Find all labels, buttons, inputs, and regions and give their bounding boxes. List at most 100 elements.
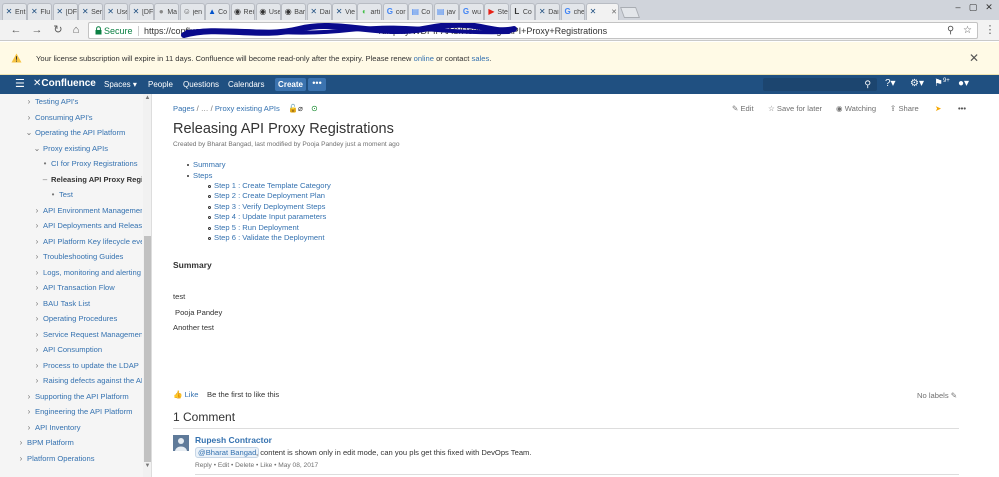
- expand-chevron-icon[interactable]: ›: [25, 97, 33, 106]
- contact-sales-link[interactable]: sales: [472, 54, 490, 63]
- browser-menu-icon[interactable]: ⋮: [984, 24, 996, 36]
- attachment-icon[interactable]: ⌀: [298, 104, 303, 113]
- address-bar[interactable]: Secure https://confluence /display/WDPIP…: [88, 22, 978, 39]
- expand-chevron-icon[interactable]: ›: [33, 361, 41, 370]
- tree-bullet-icon[interactable]: •: [49, 190, 57, 199]
- scroll-up-arrow-icon[interactable]: ▲: [143, 95, 151, 101]
- nav-people[interactable]: People: [148, 80, 173, 89]
- reload-icon[interactable]: ↻: [52, 24, 64, 36]
- browser-tab[interactable]: ▤ Co: [408, 3, 434, 20]
- sidebar-tree-item[interactable]: • CI for Proxy Registrations: [0, 158, 142, 171]
- sidebar-tree-item[interactable]: • Test: [0, 189, 142, 202]
- edit-labels-icon[interactable]: ✎: [949, 391, 957, 400]
- browser-tab[interactable]: ✕ Ser: [78, 3, 104, 20]
- more-actions-icon[interactable]: •••: [958, 104, 966, 113]
- browser-tab[interactable]: ✕ Vie: [332, 3, 357, 20]
- browser-tab[interactable]: Gche: [560, 3, 586, 20]
- collapse-chevron-icon[interactable]: ⌄: [33, 144, 41, 153]
- browser-tab[interactable]: Gcor: [382, 3, 408, 20]
- browser-tab[interactable]: ✕Use: [103, 3, 129, 20]
- sidebar-tree-item[interactable]: › Process to update the LDAP: [0, 360, 142, 373]
- sidebar-tree-item[interactable]: › Supporting the API Platform: [0, 391, 142, 404]
- sidebar-scrollbar-thumb[interactable]: [144, 236, 151, 462]
- save-for-later-button[interactable]: ☆ Save for later: [768, 104, 822, 113]
- confluence-logo[interactable]: ✕Confluence: [33, 78, 96, 89]
- expand-chevron-icon[interactable]: ›: [33, 237, 41, 246]
- sidebar-tree-item[interactable]: › Troubleshooting Guides: [0, 251, 142, 264]
- browser-tab[interactable]: L Co: [509, 3, 535, 20]
- bookmark-star-icon[interactable]: ☆: [963, 25, 972, 36]
- notifications-icon[interactable]: ⚑9+: [934, 78, 950, 89]
- expand-chevron-icon[interactable]: ›: [33, 376, 41, 385]
- expand-chevron-icon[interactable]: ›: [17, 454, 25, 463]
- expand-chevron-icon[interactable]: ›: [33, 252, 41, 261]
- expand-chevron-icon[interactable]: ›: [25, 407, 33, 416]
- toc-link[interactable]: Step 5 : Run Deployment: [214, 223, 299, 232]
- browser-tab[interactable]: ✕ Dai: [535, 3, 561, 20]
- sidebar-tree-item[interactable]: › Service Request Management: [0, 329, 142, 342]
- browser-tab[interactable]: ◉ Rei: [230, 3, 256, 20]
- browser-tab[interactable]: ✕ [DF: [128, 3, 154, 20]
- expand-chevron-icon[interactable]: ›: [33, 283, 41, 292]
- browser-tab[interactable]: ✕ [DF: [52, 3, 78, 20]
- expand-chevron-icon[interactable]: ›: [33, 268, 41, 277]
- user-avatar-icon[interactable]: ●▾: [958, 78, 969, 89]
- sidebar-tree-item[interactable]: › Operating Procedures: [0, 313, 142, 326]
- browser-tab[interactable]: ☺ jen: [179, 3, 205, 20]
- renew-online-link[interactable]: online: [414, 54, 434, 63]
- expand-chevron-icon[interactable]: ›: [33, 206, 41, 215]
- comment-author[interactable]: Rupesh Contractor: [195, 435, 272, 445]
- sidebar-tree-item[interactable]: › API Deployments and Releases: [0, 220, 142, 233]
- sidebar-tree-item[interactable]: › Raising defects against the API: [0, 375, 142, 388]
- nav-questions[interactable]: Questions: [183, 80, 219, 89]
- sidebar-tree-item[interactable]: › API Transaction Flow: [0, 282, 142, 295]
- sidebar-tree-item[interactable]: ⌄ Operating the API Platform: [0, 127, 142, 140]
- collapse-chevron-icon[interactable]: ⌄: [25, 128, 33, 137]
- watching-button[interactable]: ◉ Watching: [836, 104, 876, 113]
- user-mention[interactable]: @Bharat Bangad: [195, 447, 260, 458]
- help-icon[interactable]: ?▾: [885, 78, 896, 89]
- close-banner-icon[interactable]: ✕: [969, 51, 979, 65]
- home-icon[interactable]: ⌂: [70, 24, 82, 36]
- like-button[interactable]: 👍 Like: [173, 390, 199, 399]
- zoom-icon[interactable]: ⚲: [947, 25, 954, 36]
- create-button[interactable]: Create: [275, 78, 306, 91]
- browser-tab[interactable]: ▶ Ste: [484, 3, 510, 20]
- browser-tab[interactable]: ◉Use: [255, 3, 281, 20]
- scroll-down-arrow-icon[interactable]: ▼: [143, 463, 151, 469]
- edit-button[interactable]: ✎ Edit: [732, 104, 754, 113]
- browser-tab[interactable]: ✕ Ent: [2, 3, 27, 20]
- new-tab-button[interactable]: [620, 7, 641, 18]
- toc-link[interactable]: Summary: [193, 160, 226, 169]
- share-button[interactable]: ⇪ Share: [890, 104, 919, 113]
- sidebar-tree-item[interactable]: › API Consumption: [0, 344, 142, 357]
- comment-actions[interactable]: Reply • Edit • Delete • Like • May 08, 2…: [195, 462, 318, 469]
- expand-chevron-icon[interactable]: ›: [33, 314, 41, 323]
- create-more-button[interactable]: •••: [308, 78, 326, 91]
- expand-chevron-icon[interactable]: ›: [33, 299, 41, 308]
- sidebar-tree-item[interactable]: › Testing API's: [0, 96, 142, 109]
- sidebar-tree-item[interactable]: ›API Platform Key lifecycle events: [0, 236, 142, 249]
- expand-chevron-icon[interactable]: ›: [33, 345, 41, 354]
- restrictions-lock-icon[interactable]: 🔓: [288, 104, 298, 113]
- browser-tab[interactable]: ✕ Flu: [27, 3, 53, 20]
- close-tab-icon[interactable]: ✕: [611, 8, 617, 16]
- comment-avatar[interactable]: [173, 435, 189, 451]
- browser-tab[interactable]: ▲ Co: [205, 3, 231, 20]
- maximize-button[interactable]: ▢: [965, 2, 981, 13]
- browser-tab[interactable]: ▤ jav: [433, 3, 459, 20]
- nav-spaces[interactable]: Spaces ▾: [104, 80, 137, 89]
- sidebar-tree-item[interactable]: › Consuming API's: [0, 112, 142, 125]
- tree-bullet-icon[interactable]: •: [41, 159, 49, 168]
- browser-tab[interactable]: ◐ arti: [357, 3, 383, 20]
- toc-link[interactable]: Steps: [193, 171, 212, 180]
- check-status-icon[interactable]: ⊙: [311, 104, 318, 113]
- expand-chevron-icon[interactable]: ›: [25, 392, 33, 401]
- toc-link[interactable]: Step 3 : Verify Deployment Steps: [214, 202, 325, 211]
- browser-tab[interactable]: ✕ Dai: [306, 3, 332, 20]
- settings-icon[interactable]: ⚙▾: [910, 78, 924, 89]
- nav-calendars[interactable]: Calendars: [228, 80, 264, 89]
- toc-link[interactable]: Step 6 : Validate the Deployment: [214, 233, 324, 242]
- back-icon[interactable]: ←: [10, 24, 22, 36]
- sidebar-tree-item[interactable]: › Engineering the API Platform: [0, 406, 142, 419]
